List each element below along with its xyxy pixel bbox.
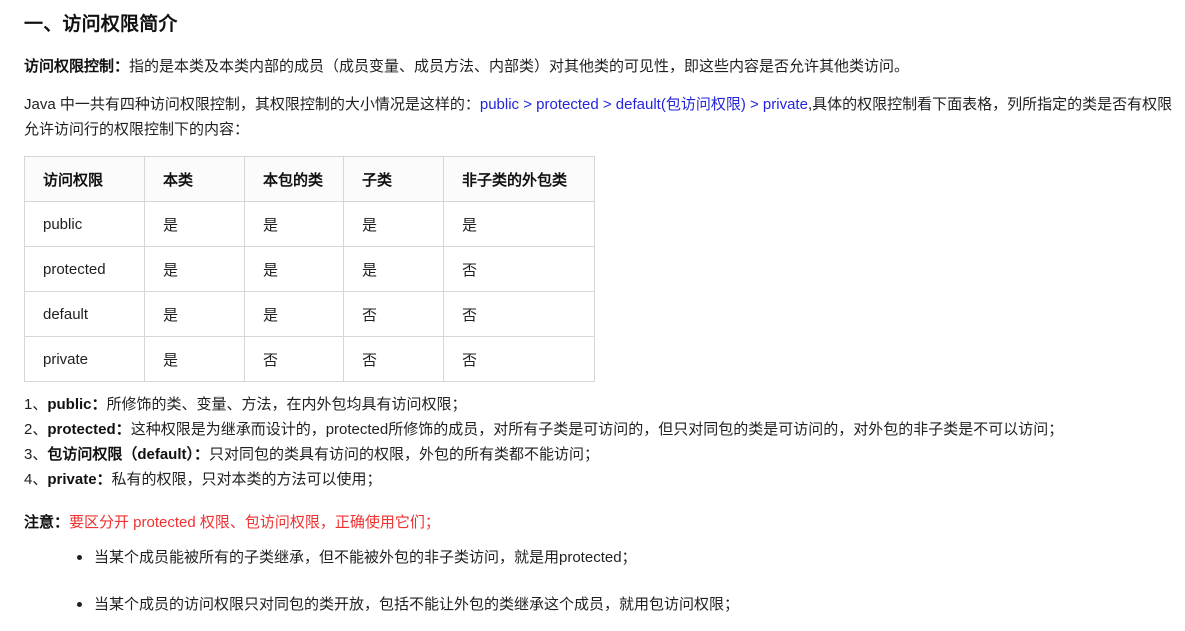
cell-same-package: 是 (244, 246, 344, 292)
list-item: 当某个成员能被所有的子类继承，但不能被外包的非子类访问，就是用protected… (77, 545, 1185, 570)
table-row: public 是 是 是 是 (24, 201, 595, 247)
list-description: 这种权限是为继承而设计的，protected所修饰的成员，对所有子类是可访问的，… (130, 421, 1064, 438)
bullet-text: 当某个成员能被所有的子类继承，但不能被外包的非子类访问，就是用protected… (94, 549, 637, 566)
list-term: 包访问权限（default）： (47, 446, 210, 463)
list-term: public： (47, 396, 107, 413)
cell-same-class: 是 (144, 246, 245, 292)
list-term: protected： (47, 421, 131, 438)
list-description: 只对同包的类具有访问的权限，外包的所有类都不能访问； (209, 446, 600, 463)
list-item: 1、public：所修饰的类、变量、方法，在内外包均具有访问权限； (24, 392, 1179, 417)
list-index: 3、 (24, 446, 48, 463)
notice-label: 注意： (24, 514, 70, 531)
list-item: 3、包访问权限（default）：只对同包的类具有访问的权限，外包的所有类都不能… (24, 442, 1179, 467)
permission-order-chain: public > protected > default(包访问权限) > pr… (479, 96, 808, 113)
intro-paragraph: 访问权限控制：指的是本类及本类内部的成员（成员变量、成员方法、内部类）对其他类的… (24, 54, 1174, 79)
table-row: protected 是 是 是 否 (24, 246, 595, 292)
column-header-same-package: 本包的类 (244, 156, 344, 202)
cell-same-package: 否 (244, 336, 344, 382)
list-index: 2、 (24, 421, 48, 438)
bullet-text: 当某个成员的访问权限只对同包的类开放，包括不能让外包的类继承这个成员，就用包访问… (94, 596, 740, 613)
list-item: 4、private：私有的权限，只对本类的方法可以使用； (24, 467, 1179, 492)
permission-description-list: 1、public：所修饰的类、变量、方法，在内外包均具有访问权限； 2、prot… (24, 392, 1179, 492)
list-term: private： (47, 471, 112, 488)
cell-subclass: 是 (343, 246, 444, 292)
intro-label: 访问权限控制： (24, 58, 130, 75)
column-header-other-package: 非子类的外包类 (443, 156, 595, 202)
ordering-lead: Java 中一共有四种访问权限控制，其权限控制的大小情况是这样的： (24, 96, 480, 113)
usage-bullet-list: 当某个成员能被所有的子类继承，但不能被外包的非子类访问，就是用protected… (24, 545, 1185, 617)
cell-permission-name: private (24, 336, 145, 382)
cell-other-package: 否 (443, 291, 595, 337)
cell-subclass: 否 (343, 291, 444, 337)
cell-same-class: 是 (144, 201, 245, 247)
cell-same-class: 是 (144, 336, 245, 382)
list-description: 私有的权限，只对本类的方法可以使用； (111, 471, 382, 488)
notice-paragraph: 注意：要区分开 protected 权限、包访问权限，正确使用它们； (24, 510, 1185, 535)
ordering-paragraph: Java 中一共有四种访问权限控制，其权限控制的大小情况是这样的：public … (24, 92, 1174, 142)
cell-same-package: 是 (244, 201, 344, 247)
permission-table: 访问权限 本类 本包的类 子类 非子类的外包类 public 是 是 是 是 p… (24, 156, 595, 382)
notice-text: 要区分开 protected 权限、包访问权限，正确使用它们； (69, 514, 440, 531)
table-header-row: 访问权限 本类 本包的类 子类 非子类的外包类 (24, 156, 595, 202)
list-item: 2、protected：这种权限是为继承而设计的，protected所修饰的成员… (24, 417, 1179, 442)
cell-other-package: 是 (443, 201, 595, 247)
list-item: 当某个成员的访问权限只对同包的类开放，包括不能让外包的类继承这个成员，就用包访问… (77, 592, 1185, 617)
list-index: 4、 (24, 471, 48, 488)
table-row: default 是 是 否 否 (24, 291, 595, 337)
cell-other-package: 否 (443, 336, 595, 382)
document-page: 一、访问权限简介 访问权限控制：指的是本类及本类内部的成员（成员变量、成员方法、… (0, 0, 1185, 617)
page-title: 一、访问权限简介 (24, 14, 178, 35)
column-header-permission: 访问权限 (24, 156, 145, 202)
cell-permission-name: default (24, 291, 145, 337)
cell-subclass: 否 (343, 336, 444, 382)
column-header-subclass: 子类 (343, 156, 444, 202)
table-row: private 是 否 否 否 (24, 336, 595, 382)
intro-text: 指的是本类及本类内部的成员（成员变量、成员方法、内部类）对其他类的可见性，即这些… (129, 58, 910, 75)
list-index: 1、 (24, 396, 48, 413)
column-header-same-class: 本类 (144, 156, 245, 202)
cell-permission-name: protected (24, 246, 145, 292)
cell-same-class: 是 (144, 291, 245, 337)
cell-subclass: 是 (343, 201, 444, 247)
list-description: 所修饰的类、变量、方法，在内外包均具有访问权限； (106, 396, 467, 413)
cell-same-package: 是 (244, 291, 344, 337)
cell-permission-name: public (24, 201, 145, 247)
cell-other-package: 否 (443, 246, 595, 292)
